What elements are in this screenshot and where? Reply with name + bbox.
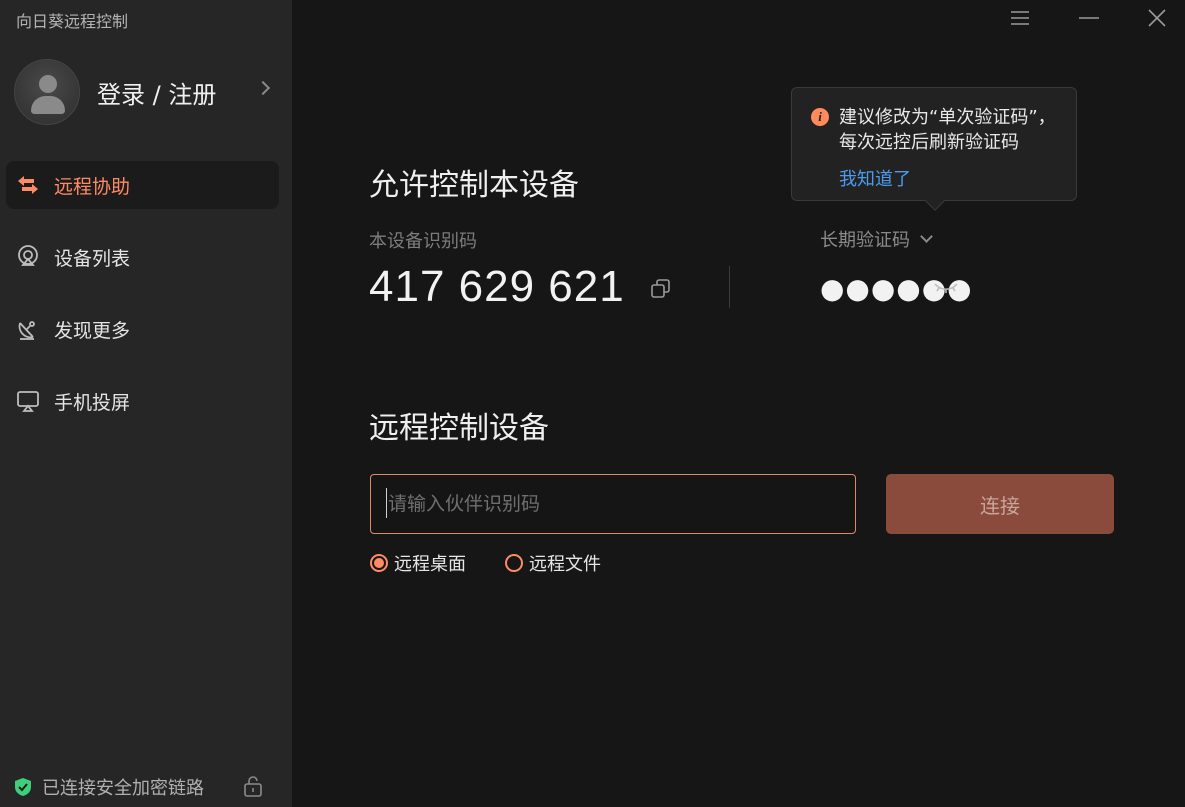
lock-icon[interactable] bbox=[243, 775, 263, 797]
mode-label: 远程桌面 bbox=[394, 554, 466, 575]
mode-label: 远程文件 bbox=[529, 554, 601, 575]
text-caret bbox=[386, 488, 387, 518]
remote-control-title: 远程控制设备 bbox=[369, 411, 549, 446]
close-icon[interactable] bbox=[1143, 4, 1171, 32]
mode-remote-desktop[interactable]: 远程桌面 bbox=[370, 550, 466, 576]
shield-check-icon bbox=[14, 777, 32, 797]
secure-connection-status: 已连接安全加密链路 bbox=[14, 774, 204, 800]
password-type-label: 长期验证码 bbox=[820, 230, 910, 251]
remote-assist-icon bbox=[14, 171, 42, 199]
sidebar-item-label: 发现更多 bbox=[54, 319, 131, 342]
device-list-icon bbox=[14, 243, 42, 271]
avatar bbox=[14, 59, 80, 125]
login-register-button[interactable]: 登录 / 注册 bbox=[14, 59, 276, 125]
sidebar-item-device-list[interactable]: 设备列表 bbox=[6, 233, 279, 281]
menu-icon[interactable] bbox=[1006, 4, 1034, 32]
sidebar-item-label: 设备列表 bbox=[54, 247, 131, 270]
sidebar: 向日葵远程控制 登录 / 注册 远程协助 设备列表 发现更多 手机投屏 已连接安… bbox=[0, 0, 292, 807]
radio-unchecked-icon bbox=[505, 554, 523, 572]
partner-id-input[interactable] bbox=[370, 474, 856, 534]
allow-control-title: 允许控制本设备 bbox=[369, 168, 579, 203]
sidebar-item-label: 手机投屏 bbox=[54, 391, 131, 414]
password-type-dropdown[interactable]: 长期验证码 bbox=[820, 226, 933, 252]
password-tip-popover: i 建议修改为“单次验证码”，每次远控后刷新验证码 我知道了 bbox=[791, 87, 1077, 211]
sidebar-item-remote-assist[interactable]: 远程协助 bbox=[6, 161, 279, 209]
device-id-value: 417 629 621 bbox=[369, 262, 625, 311]
radio-checked-icon bbox=[370, 554, 388, 572]
info-icon: i bbox=[811, 108, 829, 126]
app-title: 向日葵远程控制 bbox=[16, 12, 129, 31]
screen-cast-icon bbox=[14, 387, 42, 415]
sidebar-item-discover-more[interactable]: 发现更多 bbox=[6, 305, 279, 353]
tip-message: 建议修改为“单次验证码”，每次远控后刷新验证码 bbox=[839, 107, 1056, 153]
sidebar-item-screen-cast[interactable]: 手机投屏 bbox=[6, 377, 279, 425]
secure-connection-label: 已连接安全加密链路 bbox=[42, 778, 204, 799]
tip-dismiss-link[interactable]: 我知道了 bbox=[839, 165, 911, 191]
chevron-down-icon bbox=[920, 229, 933, 243]
copy-icon[interactable] bbox=[650, 278, 672, 300]
chevron-right-icon bbox=[255, 80, 271, 96]
connect-button[interactable]: 连接 bbox=[886, 474, 1114, 534]
eye-closed-icon[interactable] bbox=[933, 278, 959, 296]
divider bbox=[729, 266, 730, 308]
login-register-label: 登录 / 注册 bbox=[97, 80, 217, 109]
minimize-icon[interactable] bbox=[1075, 4, 1103, 32]
mode-remote-file[interactable]: 远程文件 bbox=[505, 550, 601, 576]
sidebar-item-label: 远程协助 bbox=[54, 175, 131, 198]
device-id-label: 本设备识别码 bbox=[369, 231, 477, 252]
satellite-dish-icon bbox=[14, 315, 42, 343]
